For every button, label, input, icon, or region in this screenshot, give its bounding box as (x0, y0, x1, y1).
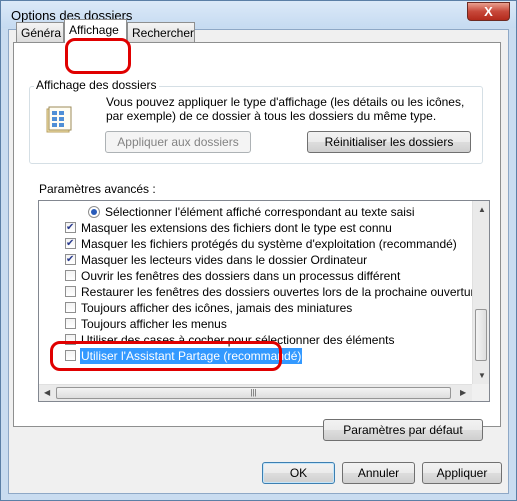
checkbox[interactable] (65, 220, 76, 236)
list-item-label: Restaurer les fenêtres des dossiers ouve… (81, 285, 490, 299)
list-item-label: Masquer les lecteurs vides dans le dossi… (81, 253, 368, 267)
advanced-settings-list[interactable]: Sélectionner l'élément affiché correspon… (38, 200, 490, 402)
list-item-label: Masquer les fichiers protégés du système… (81, 237, 457, 251)
vertical-scroll-thumb[interactable] (475, 309, 487, 361)
checkbox[interactable] (65, 286, 76, 297)
horizontal-scroll-thumb[interactable]: ||| (56, 387, 451, 399)
checkbox[interactable] (65, 334, 76, 345)
ok-button[interactable]: OK (262, 462, 335, 484)
apply-to-folders-button[interactable]: Appliquer aux dossiers (105, 131, 251, 153)
apply-button[interactable]: Appliquer (422, 462, 502, 484)
scroll-up-icon[interactable]: ▲ (478, 205, 486, 214)
scrollbar-corner (472, 384, 489, 401)
tab-label: Rechercher (132, 26, 195, 40)
checkbox[interactable] (65, 236, 76, 252)
list-item-label: Masquer les extensions des fichiers dont… (81, 221, 392, 235)
vertical-scrollbar[interactable]: ▲ ▼ (472, 201, 489, 384)
radio-button[interactable] (88, 206, 100, 218)
advanced-settings-label: Paramètres avancés : (39, 182, 156, 196)
list-item-label: Toujours afficher les menus (81, 317, 227, 331)
list-item-label: Toujours afficher des icônes, jamais des… (81, 301, 353, 315)
horizontal-scrollbar[interactable]: ◀ ||| ▶ (39, 384, 473, 401)
checkbox[interactable] (65, 252, 76, 268)
folder-options-icon (46, 106, 72, 133)
tab-affichage[interactable]: Affichage (64, 19, 127, 43)
list-item-label: Ouvrir les fenêtres des dossiers dans un… (81, 269, 401, 283)
checkbox[interactable] (65, 270, 76, 281)
list-item-label: Utiliser des cases à cocher pour sélecti… (81, 333, 395, 347)
checkbox[interactable] (65, 350, 76, 361)
tab-label: Généra (21, 26, 62, 40)
tab-rechercher[interactable]: Rechercher (127, 22, 195, 42)
tab-general[interactable]: Généra (16, 22, 64, 42)
checkbox[interactable] (65, 302, 76, 313)
scroll-down-icon[interactable]: ▼ (478, 371, 486, 380)
list-item-label: Utiliser l'Assistant Partage (recommandé… (80, 348, 303, 364)
scroll-left-icon[interactable]: ◀ (44, 388, 50, 397)
list-item-label: Sélectionner l'élément affiché correspon… (105, 205, 415, 219)
checkbox[interactable] (65, 318, 76, 329)
close-button[interactable]: X (467, 2, 510, 21)
folder-view-group-label: Affichage des dossiers (34, 78, 159, 92)
scroll-right-icon[interactable]: ▶ (460, 388, 466, 397)
reset-folders-button[interactable]: Réinitialiser les dossiers (307, 131, 471, 153)
tab-label: Affichage (69, 23, 119, 37)
cancel-button[interactable]: Annuler (342, 462, 415, 484)
close-icon[interactable]: X (484, 4, 493, 19)
folder-view-description: Vous pouvez appliquer le type d'affichag… (106, 95, 465, 123)
restore-defaults-button[interactable]: Paramètres par défaut (323, 419, 483, 441)
